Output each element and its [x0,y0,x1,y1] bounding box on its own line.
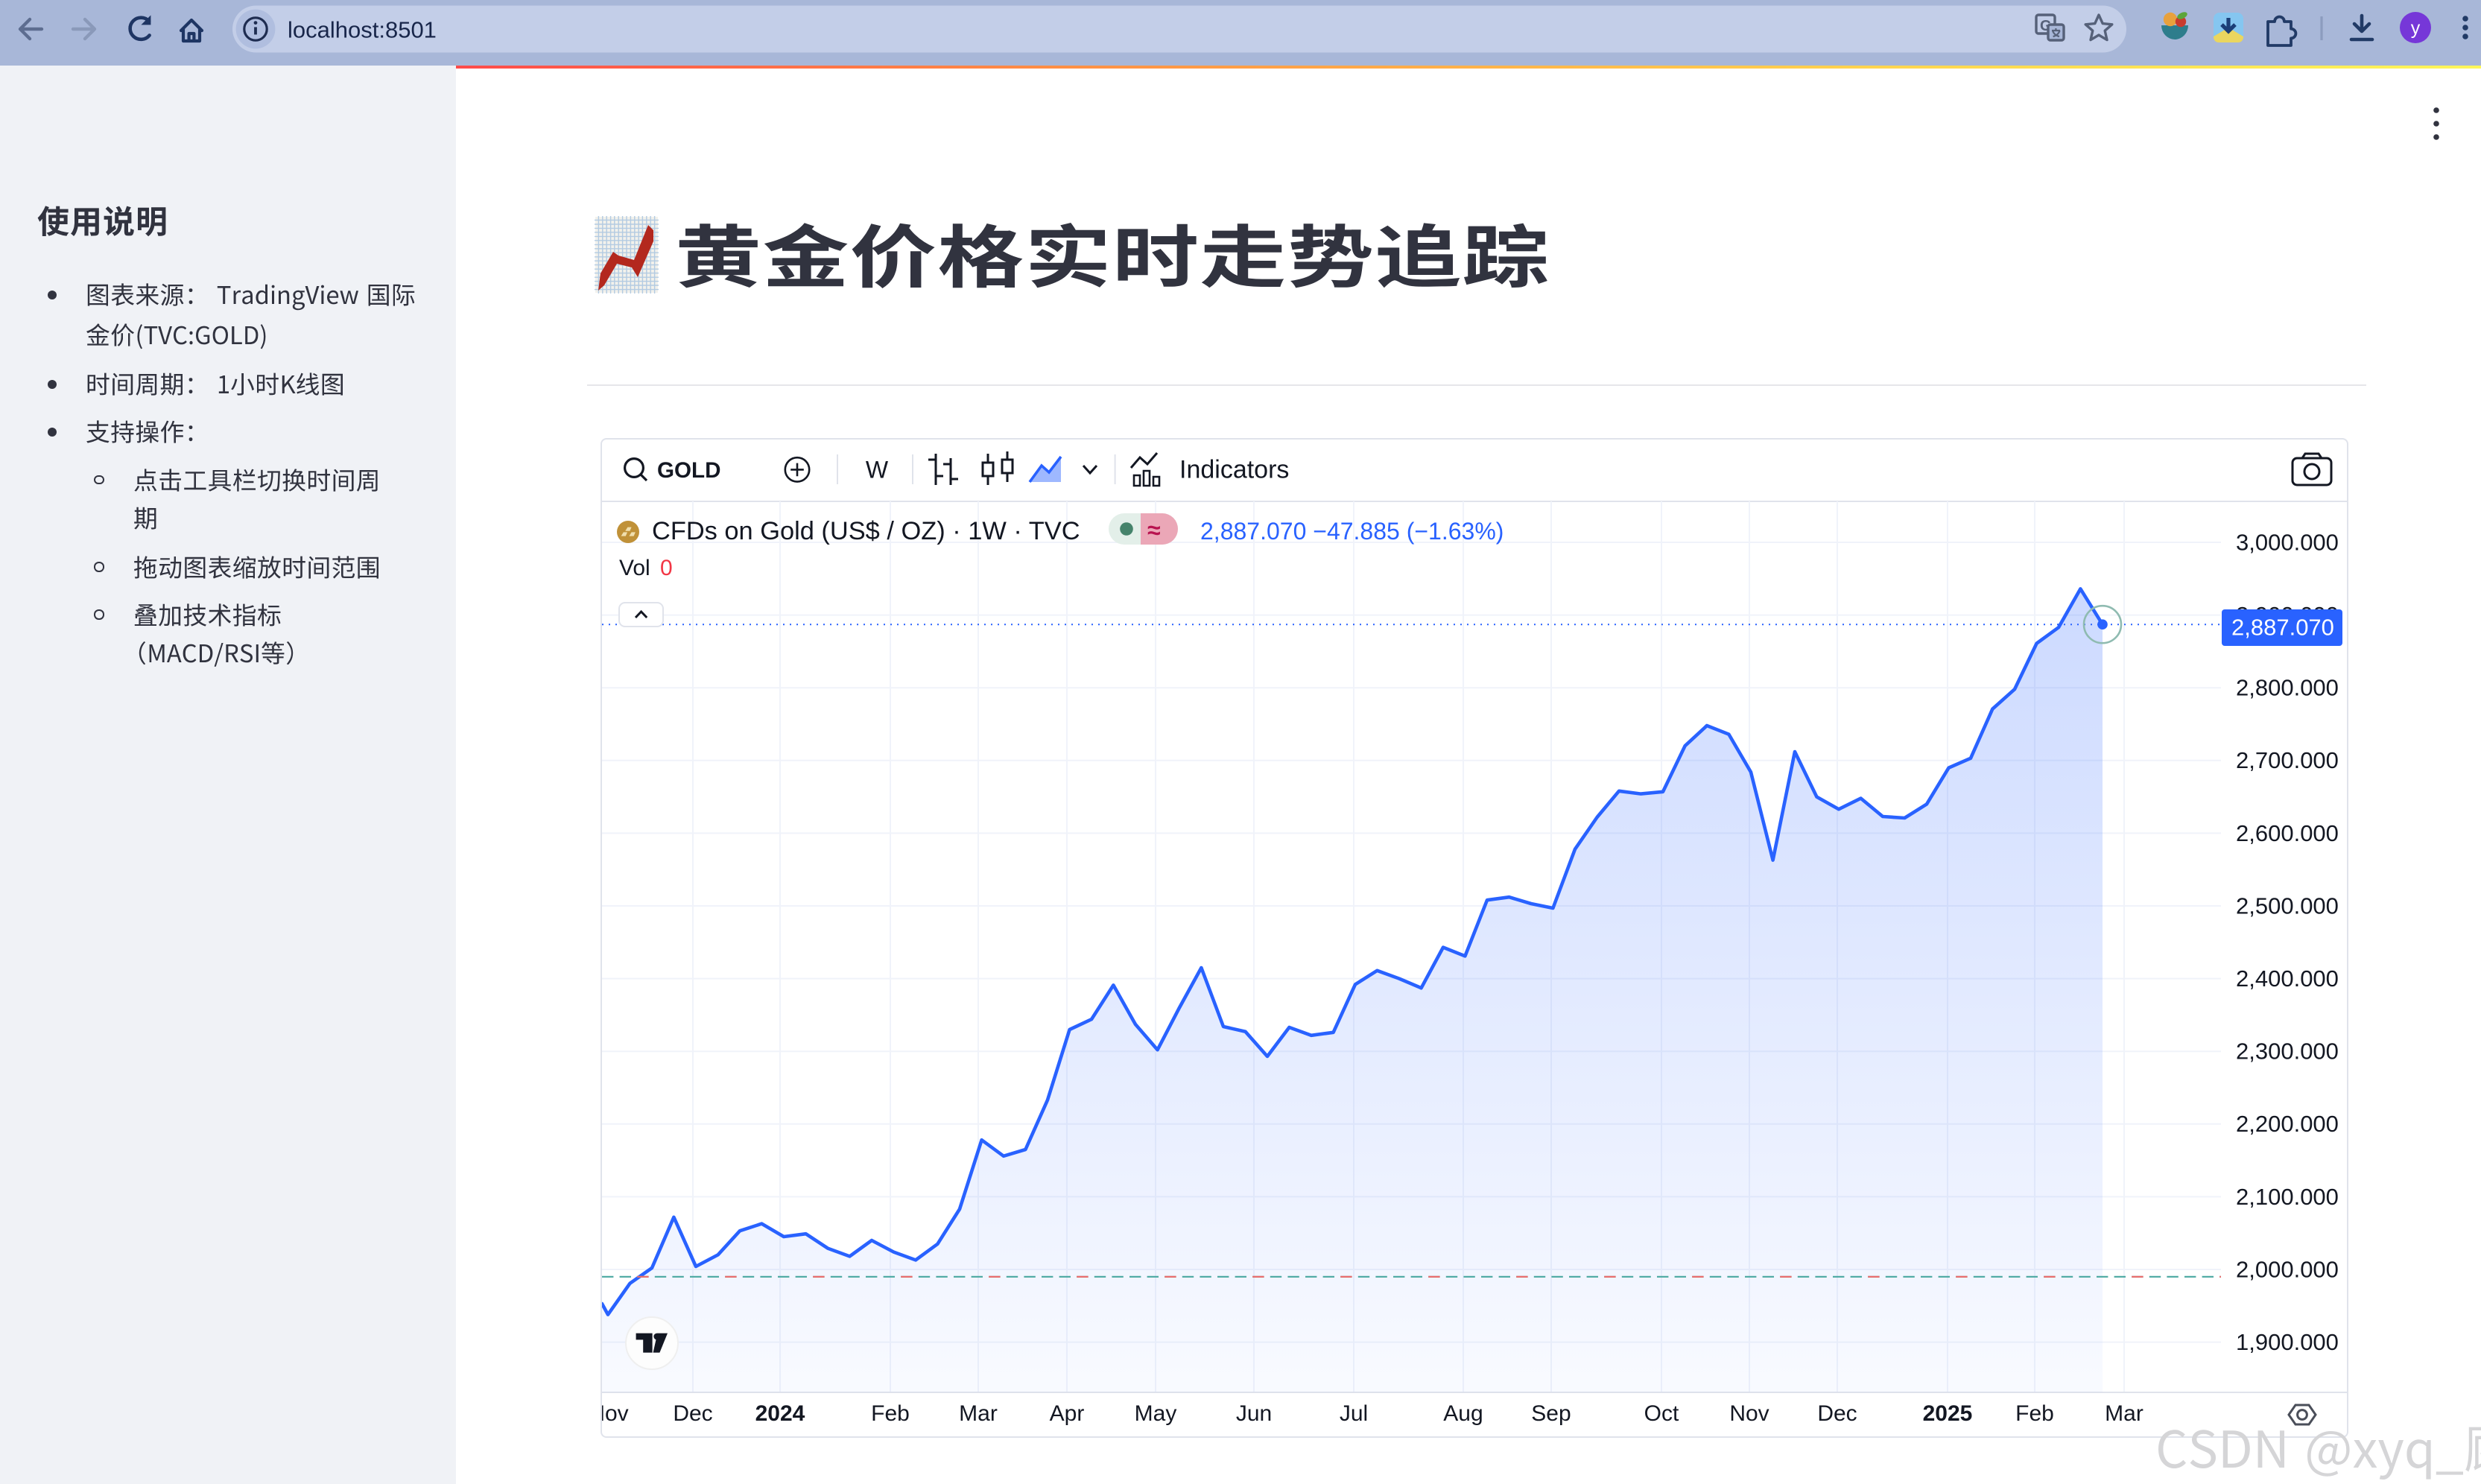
svg-text:0: 0 [660,555,673,580]
svg-text:2024: 2024 [755,1401,805,1425]
svg-text:3,000.000: 3,000.000 [2236,528,2339,554]
svg-text:Feb: Feb [871,1401,910,1425]
svg-text:Dec: Dec [1817,1401,1857,1425]
svg-text:localhost:8501: localhost:8501 [288,16,437,42]
svg-text:≈: ≈ [1147,516,1161,542]
svg-text:1,900.000: 1,900.000 [2236,1328,2339,1354]
svg-text:CFDs on Gold (US$ / OZ) · 1W ·: CFDs on Gold (US$ / OZ) · 1W · TVC [652,516,1080,545]
svg-text:y: y [2411,18,2421,39]
svg-text:Jul: Jul [1340,1401,1368,1425]
svg-text:Feb: Feb [2015,1401,2054,1425]
svg-text:2,000.000: 2,000.000 [2236,1255,2339,1281]
svg-text:Dec: Dec [673,1401,712,1425]
svg-text:2,887.070: 2,887.070 [2231,614,2334,640]
svg-text:2,600.000: 2,600.000 [2236,819,2339,846]
svg-text:2,500.000: 2,500.000 [2236,892,2339,918]
svg-text:2,200.000: 2,200.000 [2236,1110,2339,1136]
svg-text:May: May [1135,1401,1177,1425]
svg-text:W: W [866,456,889,483]
svg-text:2,800.000: 2,800.000 [2236,674,2339,700]
svg-text:2,700.000: 2,700.000 [2236,746,2339,773]
svg-text:Mar: Mar [2105,1401,2143,1425]
svg-text:Vol: Vol [619,555,650,580]
svg-text:2,300.000: 2,300.000 [2236,1038,2339,1064]
svg-text:2,100.000: 2,100.000 [2236,1183,2339,1209]
svg-text:Nov: Nov [1729,1401,1769,1425]
svg-text:GOLD: GOLD [657,457,721,482]
svg-text:Sep: Sep [1531,1401,1571,1425]
svg-text:Indicators: Indicators [1179,455,1289,483]
svg-text:Jun: Jun [1236,1401,1272,1425]
svg-text:2,887.070 −47.885 (−1.63%): 2,887.070 −47.885 (−1.63%) [1200,517,1504,544]
svg-text:2025: 2025 [1923,1401,1973,1425]
svg-text:Aug: Aug [1443,1401,1483,1425]
svg-text:Nov: Nov [602,1401,629,1425]
svg-text:Apr: Apr [1050,1401,1085,1425]
svg-text:2,400.000: 2,400.000 [2236,965,2339,991]
svg-text:Oct: Oct [1644,1401,1679,1425]
svg-text:Mar: Mar [959,1401,998,1425]
